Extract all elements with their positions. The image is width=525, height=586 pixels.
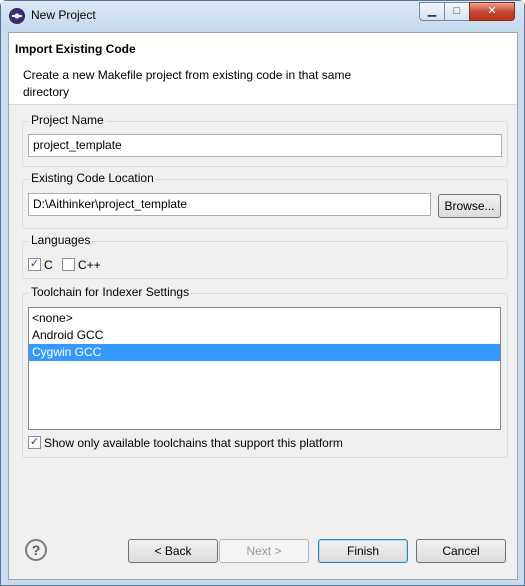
browse-button[interactable]: Browse... bbox=[438, 194, 501, 218]
project-name-field[interactable]: project_template bbox=[28, 134, 502, 157]
project-name-group: Project Name project_template bbox=[22, 113, 508, 167]
toolchain-label: Toolchain for Indexer Settings bbox=[29, 285, 192, 299]
title-bar: New Project ▁ □ ✕ bbox=[1, 1, 524, 31]
cancel-button[interactable]: Cancel bbox=[416, 539, 506, 563]
new-project-window: New Project ▁ □ ✕ Import Existing Code C… bbox=[0, 0, 525, 586]
language-cpp-checkbox[interactable] bbox=[62, 258, 75, 271]
help-icon[interactable]: ? bbox=[25, 539, 47, 561]
wizard-banner: Import Existing Code Create a new Makefi… bbox=[9, 33, 517, 105]
eclipse-icon bbox=[9, 8, 25, 24]
toolchain-list[interactable]: <none> Android GCC Cygwin GCC bbox=[28, 307, 501, 430]
show-only-available-label: Show only available toolchains that supp… bbox=[44, 436, 343, 450]
show-only-available-checkbox[interactable]: ✓ bbox=[28, 436, 41, 449]
code-location-group: Existing Code Location D:\Aithinker\proj… bbox=[22, 171, 508, 229]
language-cpp-label: C++ bbox=[78, 258, 101, 272]
toolchain-item-android-gcc[interactable]: Android GCC bbox=[29, 327, 500, 344]
languages-label: Languages bbox=[29, 233, 93, 247]
language-c-label: C bbox=[44, 258, 53, 272]
finish-button[interactable]: Finish bbox=[318, 539, 408, 563]
close-button[interactable]: ✕ bbox=[469, 2, 515, 21]
next-button[interactable]: Next > bbox=[219, 539, 309, 563]
toolchain-group: Toolchain for Indexer Settings <none> An… bbox=[22, 285, 508, 458]
toolchain-item-cygwin-gcc[interactable]: Cygwin GCC bbox=[29, 344, 500, 361]
code-location-field[interactable]: D:\Aithinker\project_template bbox=[28, 193, 431, 216]
back-button[interactable]: < Back bbox=[128, 539, 218, 563]
maximize-button[interactable]: □ bbox=[444, 2, 470, 21]
code-location-label: Existing Code Location bbox=[29, 171, 156, 185]
minimize-button[interactable]: ▁ bbox=[419, 2, 445, 21]
project-name-label: Project Name bbox=[29, 113, 106, 127]
dialog-client-area: Import Existing Code Create a new Makefi… bbox=[8, 32, 518, 580]
toolchain-item-none[interactable]: <none> bbox=[29, 310, 500, 327]
languages-group: Languages ✓ C C++ bbox=[22, 233, 508, 279]
page-description: Create a new Makefile project from exist… bbox=[23, 68, 352, 99]
language-c-checkbox[interactable]: ✓ bbox=[28, 258, 41, 271]
window-title: New Project bbox=[31, 8, 96, 22]
page-title: Import Existing Code bbox=[15, 42, 136, 56]
